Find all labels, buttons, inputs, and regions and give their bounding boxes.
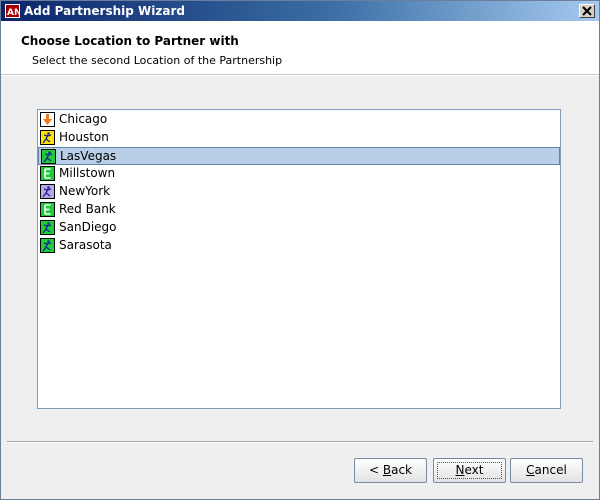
- list-item[interactable]: Sarasota: [38, 237, 560, 255]
- cancel-button[interactable]: Cancel: [510, 458, 583, 483]
- page-subtitle: Select the second Location of the Partne…: [32, 54, 283, 67]
- list-item-label: Sarasota: [59, 238, 112, 252]
- list-item[interactable]: Red Bank: [38, 201, 560, 219]
- back-button[interactable]: < Back: [354, 458, 427, 483]
- list-item[interactable]: LasVegas: [38, 147, 560, 165]
- title-bar[interactable]: AN Add Partnership Wizard: [1, 1, 599, 21]
- purple-figure-icon: [40, 184, 55, 199]
- e-icon: [40, 166, 55, 181]
- close-button[interactable]: [579, 4, 595, 18]
- list-item[interactable]: Chicago: [38, 111, 560, 129]
- page-title: Choose Location to Partner with: [21, 34, 239, 48]
- list-item-label: Millstown: [59, 166, 116, 180]
- location-list[interactable]: Chicago Houston LasVegas Millstown NewYork Re…: [37, 109, 561, 409]
- app-logo-icon: AN: [5, 4, 20, 18]
- next-button[interactable]: Next: [433, 458, 506, 483]
- green-figure-icon: [41, 149, 56, 164]
- close-icon: [582, 6, 592, 16]
- list-item[interactable]: Houston: [38, 129, 560, 147]
- green-figure-icon: [40, 220, 55, 235]
- list-item-label: Red Bank: [59, 202, 116, 216]
- list-item[interactable]: Millstown: [38, 165, 560, 183]
- window-title: Add Partnership Wizard: [24, 4, 185, 18]
- list-item[interactable]: NewYork: [38, 183, 560, 201]
- list-item-label: SanDiego: [59, 220, 117, 234]
- yellow-figure-icon: [40, 130, 55, 145]
- list-item-label: Houston: [59, 130, 109, 144]
- list-item[interactable]: SanDiego: [38, 219, 560, 237]
- svg-text:AN: AN: [7, 8, 19, 17]
- list-item-label: LasVegas: [60, 149, 117, 163]
- list-item-label: NewYork: [59, 184, 111, 198]
- down-arrow-icon: [40, 112, 55, 127]
- wizard-window: AN Add Partnership Wizard Choose Locatio…: [0, 0, 600, 500]
- footer-divider-highlight: [7, 442, 593, 443]
- e-icon: [40, 202, 55, 217]
- green-figure-icon: [40, 238, 55, 253]
- list-item-label: Chicago: [59, 112, 108, 126]
- header-divider: [1, 75, 599, 76]
- wizard-header: Choose Location to Partner with Select t…: [1, 21, 599, 75]
